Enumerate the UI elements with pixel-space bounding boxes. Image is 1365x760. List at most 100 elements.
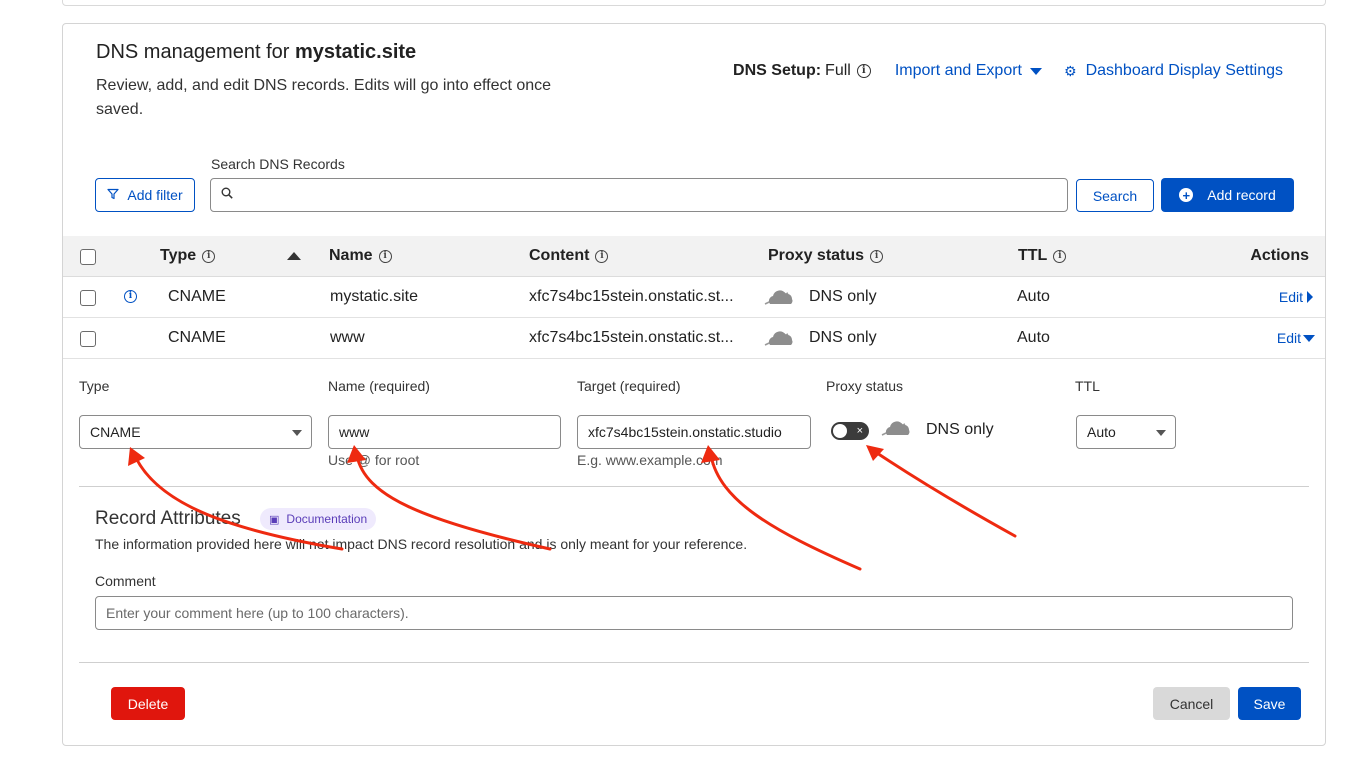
info-icon: i — [870, 249, 884, 263]
column-name[interactable]: Name i — [329, 247, 392, 265]
row-proxy-status: DNS only — [809, 288, 877, 305]
row-checkbox[interactable] — [80, 290, 96, 306]
chevron-down-icon — [1303, 334, 1315, 342]
comment-input[interactable]: Enter your comment here (up to 100 chara… — [95, 596, 1293, 630]
proxy-status-toggle[interactable]: × — [831, 422, 869, 440]
record-attributes-description: The information provided here will not i… — [95, 536, 748, 552]
column-type-label: Type — [160, 247, 197, 264]
filter-icon — [107, 188, 119, 203]
chevron-down-icon — [1156, 430, 1166, 436]
type-select-value: CNAME — [90, 424, 141, 440]
target-label: Target (required) — [577, 378, 681, 394]
type-select[interactable]: CNAME — [79, 415, 312, 449]
gear-icon: ⚙ — [1064, 62, 1077, 79]
sort-ascending-icon[interactable] — [287, 252, 301, 260]
search-button[interactable]: Search — [1076, 179, 1154, 212]
edit-label: Edit — [1276, 330, 1301, 346]
save-button[interactable]: Save — [1238, 687, 1301, 720]
name-hint: Use @ for root — [328, 452, 420, 468]
cloud-dns-only-icon — [881, 421, 910, 436]
edit-label: Edit — [1278, 289, 1303, 305]
type-label: Type — [79, 378, 110, 394]
row-type: CNAME — [168, 329, 226, 346]
toggle-knob — [833, 424, 847, 438]
column-content-label: Content — [529, 247, 590, 264]
column-actions: Actions — [1250, 247, 1309, 264]
title-prefix: DNS management for — [96, 41, 290, 63]
column-proxy-label: Proxy status — [768, 247, 865, 264]
comment-label: Comment — [95, 573, 156, 589]
target-input[interactable]: xfc7s4bc15stein.onstatic.studio — [577, 415, 811, 449]
add-record-button[interactable]: + Add record — [1161, 178, 1294, 212]
dashboard-display-settings-link[interactable]: ⚙ Dashboard Display Settings — [1064, 62, 1283, 80]
dns-setup-value: Full — [825, 62, 851, 79]
column-content[interactable]: Content i — [529, 247, 609, 265]
search-icon — [221, 187, 233, 199]
target-input-value: xfc7s4bc15stein.onstatic.studio — [588, 424, 782, 440]
row-name: mystatic.site — [330, 288, 419, 305]
info-icon[interactable]: i — [856, 64, 871, 78]
comment-placeholder: Enter your comment here (up to 100 chara… — [106, 605, 409, 621]
display-settings-label: Dashboard Display Settings — [1085, 62, 1283, 79]
divider — [79, 662, 1309, 663]
table-row[interactable]: i CNAME mystatic.site xfc7s4bc15stein.on… — [63, 277, 1325, 318]
caret-down-icon — [1030, 67, 1042, 75]
row-name: www — [330, 329, 365, 346]
row-content: xfc7s4bc15stein.onstatic.st... — [529, 288, 734, 305]
name-input[interactable]: www — [328, 415, 561, 449]
import-export-dropdown[interactable]: Import and Export — [895, 62, 1042, 80]
chevron-right-icon — [1307, 291, 1313, 303]
ttl-select[interactable]: Auto — [1076, 415, 1176, 449]
divider — [79, 486, 1309, 487]
chevron-down-icon — [292, 430, 302, 436]
dns-setup-label: DNS Setup: — [733, 62, 822, 79]
row-ttl: Auto — [1017, 288, 1050, 305]
page-title: DNS management for mystatic.site — [96, 41, 416, 64]
info-icon: i — [1053, 249, 1067, 263]
row-proxy-status: DNS only — [809, 329, 877, 346]
ttl-select-value: Auto — [1087, 424, 1116, 440]
column-type[interactable]: Type i — [160, 247, 216, 265]
proxy-status-label: Proxy status — [826, 378, 904, 394]
ttl-label: TTL — [1075, 378, 1100, 394]
add-filter-button[interactable]: Add filter — [95, 178, 195, 212]
row-content: xfc7s4bc15stein.onstatic.st... — [529, 329, 734, 346]
page-description: Review, add, and edit DNS records. Edits… — [96, 77, 552, 118]
info-icon[interactable]: i — [124, 290, 137, 303]
select-all-checkbox[interactable] — [80, 249, 96, 265]
cancel-button[interactable]: Cancel — [1153, 687, 1230, 720]
documentation-label: Documentation — [286, 512, 368, 526]
column-ttl-label: TTL — [1018, 247, 1048, 264]
info-icon: i — [595, 249, 609, 263]
column-ttl[interactable]: TTL i — [1018, 247, 1067, 265]
add-record-label: Add record — [1207, 187, 1276, 203]
edit-button[interactable]: Edit — [1279, 289, 1313, 305]
delete-button[interactable]: Delete — [111, 687, 185, 720]
search-input[interactable] — [210, 178, 1068, 212]
add-filter-label: Add filter — [127, 187, 183, 203]
row-type: CNAME — [168, 288, 226, 305]
book-icon: ▣ — [269, 513, 280, 526]
column-proxy-status[interactable]: Proxy status i — [768, 247, 884, 265]
row-ttl: Auto — [1017, 329, 1050, 346]
plus-circle-icon: + — [1179, 188, 1194, 202]
import-export-label: Import and Export — [894, 62, 1022, 79]
edit-button[interactable]: Edit — [1277, 330, 1315, 346]
info-icon: i — [202, 249, 216, 263]
close-icon: × — [856, 425, 863, 437]
documentation-link[interactable]: ▣ Documentation — [260, 508, 377, 530]
proxy-status-value: DNS only — [926, 421, 994, 438]
search-label: Search DNS Records — [211, 156, 345, 172]
table-header: Type i Name i Content i Proxy status i TTL i … — [63, 236, 1325, 277]
cloud-dns-only-icon — [764, 290, 793, 305]
column-name-label: Name — [329, 247, 373, 264]
header-actions: DNS Setup: Full i Import and Export ⚙ Da… — [733, 62, 1283, 80]
cloud-dns-only-icon — [764, 331, 793, 346]
name-label: Name (required) — [328, 378, 430, 394]
target-hint: E.g. www.example.com — [577, 452, 723, 468]
dns-management-card: DNS management for mystatic.site Review,… — [62, 23, 1326, 746]
table-row[interactable]: CNAME www xfc7s4bc15stein.onstatic.st...… — [63, 318, 1325, 359]
domain-name: mystatic.site — [294, 41, 417, 63]
info-icon: i — [378, 249, 392, 263]
row-checkbox[interactable] — [80, 331, 96, 347]
